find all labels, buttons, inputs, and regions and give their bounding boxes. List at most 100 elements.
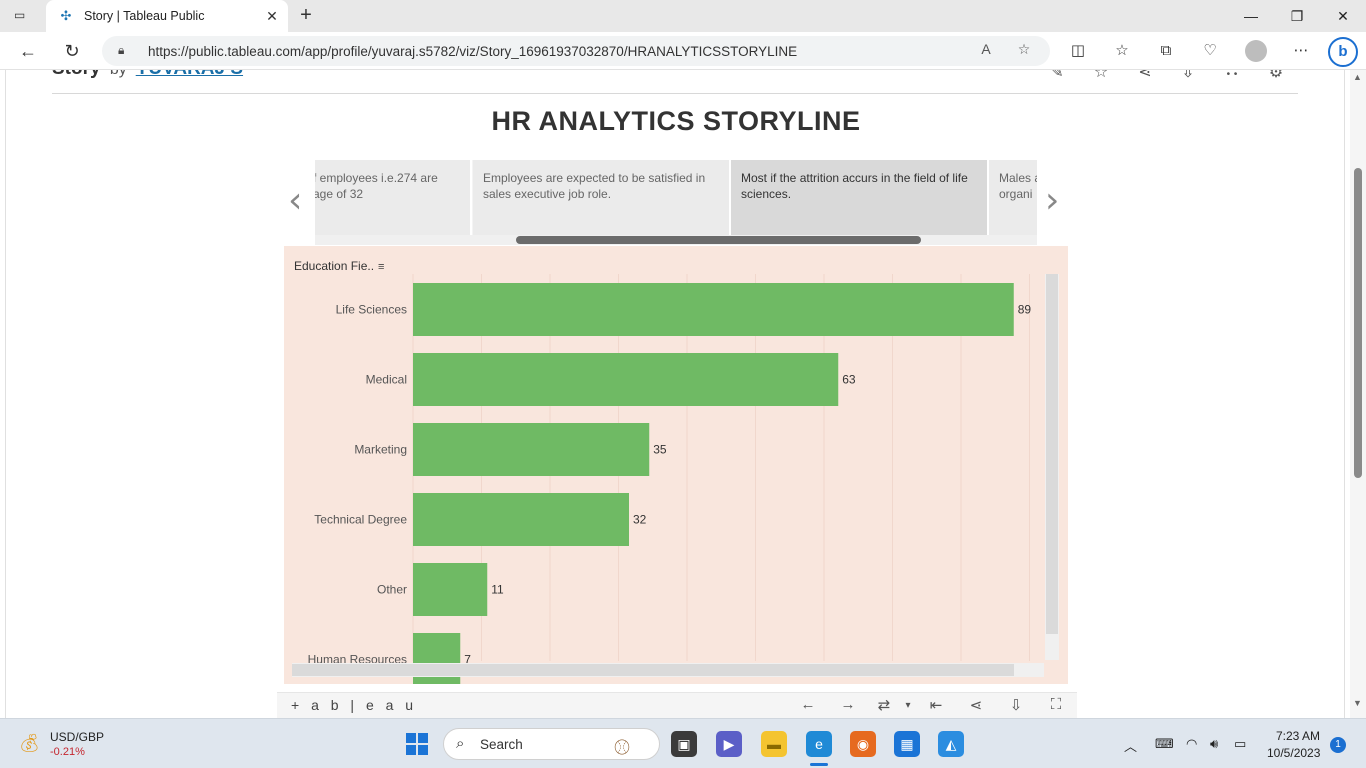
new-tab-button[interactable]: + [294, 4, 318, 28]
story-point-text: Employees are expected to be satisfied i… [483, 171, 706, 201]
story-point-text: f employees i.e.274 are age of 32 [315, 171, 438, 201]
value-label: 63 [842, 373, 856, 387]
firefox-icon[interactable]: ◉ [850, 731, 876, 757]
photos-app-icon[interactable]: ◭ [938, 731, 964, 757]
value-label: 32 [633, 513, 647, 527]
ticker-name[interactable]: USD/GBP [50, 730, 104, 744]
share-icon[interactable]: ⋖ [1134, 70, 1156, 84]
settings-icon[interactable]: ⚙ [1265, 70, 1287, 84]
profile-avatar[interactable] [1245, 40, 1267, 62]
start-button[interactable] [406, 733, 428, 755]
scroll-down-icon[interactable]: ▼ [1353, 698, 1362, 708]
restore-button[interactable]: ❐ [1274, 0, 1320, 32]
search-icon: ⌕ [456, 735, 465, 752]
edge-browser-icon[interactable]: e [806, 731, 832, 757]
dashboard-title: HR ANALYTICS STORYLINE [491, 106, 861, 136]
volume-icon[interactable]: 🔊︎ [1210, 736, 1218, 752]
clock-date[interactable]: 10/5/2023 [1267, 746, 1320, 760]
split-screen-icon[interactable]: ◫ [1066, 39, 1090, 63]
author-link[interactable]: YUVARAJ S [136, 70, 243, 79]
chart-horizontal-scroll-thumb[interactable] [292, 664, 1014, 676]
by-label: by [110, 70, 127, 78]
story-label: Story [52, 70, 101, 79]
address-bar[interactable]: 🔒︎ https://public.tableau.com/app/profil… [102, 36, 1050, 66]
category-label: Marketing [354, 443, 407, 457]
favorites-icon[interactable]: ☆ [1110, 39, 1134, 63]
fullscreen-icon[interactable]: ⛶ [1045, 696, 1067, 713]
minimize-button[interactable]: — [1228, 0, 1274, 32]
story-point-text: Most if the attrition accurs in the fiel… [741, 171, 968, 201]
chart-vertical-scroll-thumb[interactable] [1046, 274, 1058, 634]
story-points-navigator: f employees i.e.274 are age of 32 Employ… [315, 160, 1037, 236]
header-divider [52, 93, 1298, 94]
windows-taskbar: 💰︎ USD/GBP -0.21% ⌕ Search ⚾︎ ▣ ▶ ▬ e ◉ … [0, 718, 1366, 768]
browser-tab[interactable]: ✣ Story | Tableau Public ✕ [46, 0, 288, 32]
value-label: 11 [491, 583, 504, 597]
browser-scrollbar[interactable]: ▲ ▼ [1350, 70, 1366, 718]
read-aloud-icon[interactable]: A [976, 41, 996, 57]
bar[interactable] [413, 493, 629, 546]
reset-icon[interactable]: ⇤ [925, 696, 947, 714]
notification-badge[interactable]: 1 [1330, 737, 1346, 753]
battery-icon[interactable]: ▭ [1234, 736, 1246, 752]
ticker-change[interactable]: -0.21% [50, 746, 85, 758]
more-menu-icon[interactable]: ⋯ [1289, 39, 1313, 63]
bing-copilot-icon[interactable]: b [1328, 37, 1358, 67]
story-point-1[interactable]: f employees i.e.274 are age of 32 [315, 160, 472, 236]
edit-icon[interactable]: ✎ [1046, 70, 1068, 84]
category-label: Other [377, 583, 407, 597]
download-icon[interactable]: ⇩ [1177, 70, 1199, 84]
url-text[interactable]: https://public.tableau.com/app/profile/y… [148, 44, 797, 59]
bar[interactable] [413, 563, 488, 616]
story-point-3-active[interactable]: Most if the attrition accurs in the fiel… [731, 160, 989, 236]
next-point-icon[interactable]: › [1045, 180, 1059, 221]
keyboard-icon[interactable]: ⌨ [1155, 736, 1174, 752]
back-button[interactable]: ← [15, 39, 41, 63]
lock-icon[interactable]: 🔒︎ [118, 43, 132, 59]
value-label: 35 [653, 443, 667, 457]
bar[interactable] [413, 353, 839, 406]
undo-icon[interactable]: ← [797, 696, 819, 713]
currency-widget-icon[interactable]: 💰︎ [18, 733, 42, 755]
bar[interactable] [413, 423, 650, 476]
collections-icon[interactable]: ⧉ [1154, 39, 1178, 63]
tableau-logo[interactable]: + a b | e a u [291, 697, 417, 713]
tableau-favicon-icon: ✣ [60, 8, 72, 23]
scroll-up-icon[interactable]: ▲ [1353, 72, 1362, 82]
wifi-icon[interactable]: ◠ [1186, 736, 1197, 752]
story-point-4[interactable]: Males a organi [989, 160, 1037, 236]
redo-icon[interactable]: → [837, 696, 859, 713]
revert-icon[interactable]: ⇄ [873, 696, 895, 714]
search-placeholder: Search [480, 737, 523, 752]
teams-chat-icon[interactable]: ▶ [716, 731, 742, 757]
show-hidden-icons[interactable]: ︿ [1124, 736, 1137, 755]
web-page: Story by YUVARAJ S ✎ ☆ ⋖ ⇩ ⛬ ⚙ HR ANALYT… [0, 70, 1350, 718]
refresh-button[interactable]: ↻ [59, 39, 85, 63]
bar-chart-svg: Life Sciences 89 Medical 63 Marketing 35 Techn… [308, 274, 1031, 684]
bar[interactable] [413, 283, 1014, 336]
browser-scrollbar-thumb[interactable] [1354, 168, 1362, 478]
favorite-star-icon[interactable]: ☆ [1014, 41, 1034, 58]
close-window-button[interactable]: ✕ [1320, 0, 1366, 32]
microsoft-store-icon[interactable]: ▦ [894, 731, 920, 757]
category-label: Life Sciences [336, 303, 407, 317]
share-viz-icon[interactable]: ⋖ [965, 696, 987, 714]
taskbar-search[interactable]: ⌕ Search ⚾︎ [443, 728, 660, 760]
favorite-icon[interactable]: ☆ [1090, 70, 1112, 84]
network-icon[interactable]: ⛬ [1221, 70, 1243, 84]
close-tab-icon[interactable]: ✕ [262, 8, 282, 25]
story-header: Story by YUVARAJ S [52, 70, 243, 80]
download-viz-icon[interactable]: ⇩ [1005, 696, 1027, 714]
tableau-toolbar: + a b | e a u ← → ⇄ ▾ ⇤ ⋖ ⇩ ⛶ [277, 692, 1077, 718]
tab-actions-icon[interactable]: ▭ [14, 8, 32, 24]
task-view-icon[interactable]: ▣ [671, 731, 697, 757]
prev-point-icon[interactable]: ‹ [288, 180, 302, 221]
file-explorer-icon[interactable]: ▬ [761, 731, 787, 757]
browser-essentials-icon[interactable]: ♡ [1198, 39, 1222, 63]
clock-time[interactable]: 7:23 AM [1276, 729, 1320, 743]
story-point-text: Males a organi [999, 171, 1037, 201]
edge-active-indicator [810, 763, 828, 766]
points-scrollbar-thumb[interactable] [516, 236, 921, 244]
story-point-2[interactable]: Employees are expected to be satisfied i… [473, 160, 731, 236]
revert-dropdown-icon[interactable]: ▾ [897, 700, 919, 711]
